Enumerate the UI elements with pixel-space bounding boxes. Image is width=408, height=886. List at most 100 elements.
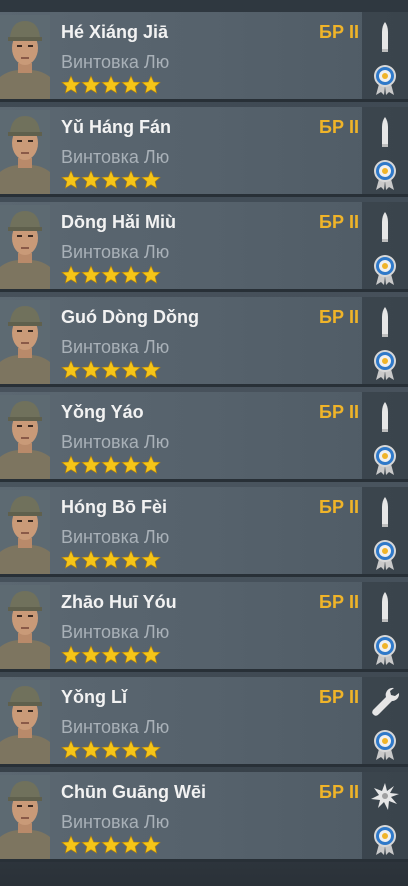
star-icon: [81, 75, 101, 95]
star-icon: [141, 550, 161, 570]
star-icon: [141, 360, 161, 380]
medal-icon: [372, 444, 398, 476]
battle-rating: БР II: [319, 592, 359, 612]
star-icon: [61, 645, 81, 665]
star-icon: [141, 75, 161, 95]
soldier-weapon: Винтовка Лю: [61, 527, 170, 547]
soldier-name: Guó Dòng Dǒng: [61, 307, 199, 327]
star-icon: [141, 835, 161, 855]
star-icon: [61, 360, 81, 380]
soldier-rank-stars: [61, 645, 161, 665]
soldier-name: Dōng Hǎi Miù: [61, 212, 176, 232]
star-icon: [101, 360, 121, 380]
soldier-rank-stars: [61, 360, 161, 380]
star-icon: [121, 360, 141, 380]
star-icon: [81, 360, 101, 380]
soldier-card-8[interactable]: Yǒng Lǐ Винтовка Лю БР II: [0, 677, 408, 767]
soldier-portrait: [0, 680, 50, 764]
soldier-card-4[interactable]: Guó Dòng Dǒng Винтовка Лю БР II: [0, 297, 408, 387]
star-icon: [81, 170, 101, 190]
soldier-status-panel: [362, 107, 408, 194]
soldier-portrait: [0, 205, 50, 289]
medal-icon: [372, 349, 398, 381]
bullet-icon: [370, 590, 400, 624]
bullet-icon: [370, 305, 400, 339]
star-icon: [121, 835, 141, 855]
soldier-card-6[interactable]: Hóng Bō Fèi Винтовка Лю БР II: [0, 487, 408, 577]
star-icon: [61, 835, 81, 855]
soldier-card-7[interactable]: Zhāo Huī Yóu Винтовка Лю БР II: [0, 582, 408, 672]
star-icon: [81, 265, 101, 285]
star-icon: [61, 740, 81, 760]
medal-icon: [372, 824, 398, 856]
soldier-card-3[interactable]: Dōng Hǎi Miù Винтовка Лю БР II: [0, 202, 408, 292]
soldier-card-2[interactable]: Yǔ Háng Fán Винтовка Лю БР II: [0, 107, 408, 197]
star-icon: [81, 740, 101, 760]
star-icon: [121, 170, 141, 190]
soldier-weapon: Винтовка Лю: [61, 717, 170, 737]
soldier-status-panel: [362, 487, 408, 574]
star-icon: [121, 740, 141, 760]
star-icon: [141, 170, 161, 190]
medal-icon: [372, 729, 398, 761]
star-icon: [81, 455, 101, 475]
soldier-rank-stars: [61, 740, 161, 760]
soldier-rank-stars: [61, 835, 161, 855]
star-icon: [61, 455, 81, 475]
soldier-rank-stars: [61, 550, 161, 570]
soldier-status-panel: [362, 297, 408, 384]
star-icon: [61, 265, 81, 285]
star-icon: [141, 645, 161, 665]
wrench-icon: [370, 685, 400, 719]
soldier-portrait: [0, 585, 50, 669]
soldier-portrait: [0, 395, 50, 479]
soldier-status-panel: [362, 677, 408, 764]
soldier-card-1[interactable]: Hé Xiáng Jiā Винтовка Лю БР II: [0, 12, 408, 102]
soldier-weapon: Винтовка Лю: [61, 432, 170, 452]
soldier-weapon: Винтовка Лю: [61, 52, 170, 72]
star-icon: [121, 645, 141, 665]
soldier-rank-stars: [61, 170, 161, 190]
medal-icon: [372, 159, 398, 191]
soldier-name: Zhāo Huī Yóu: [61, 592, 177, 612]
star-icon: [81, 835, 101, 855]
star-icon: [101, 265, 121, 285]
soldier-rank-stars: [61, 265, 161, 285]
star-icon: [141, 265, 161, 285]
battle-rating: БР II: [319, 117, 359, 137]
medal-icon: [372, 539, 398, 571]
star-icon: [81, 645, 101, 665]
soldier-weapon: Винтовка Лю: [61, 337, 170, 357]
battle-rating: БР II: [319, 782, 359, 802]
soldier-card-9[interactable]: Chūn Guāng Wēi Винтовка Лю БР II: [0, 772, 408, 862]
bullet-icon: [370, 210, 400, 244]
soldier-name: Hé Xiáng Jiā: [61, 22, 169, 42]
soldier-name: Hóng Bō Fèi: [61, 497, 167, 517]
soldier-rank-stars: [61, 455, 161, 475]
soldier-weapon: Винтовка Лю: [61, 242, 170, 262]
battle-rating: БР II: [319, 687, 359, 707]
soldier-status-panel: [362, 772, 408, 859]
soldier-portrait: [0, 775, 50, 859]
medal-icon: [372, 254, 398, 286]
star-icon: [121, 550, 141, 570]
star-icon: [101, 835, 121, 855]
star-icon: [141, 740, 161, 760]
soldier-name: Yǒng Lǐ: [61, 687, 127, 707]
star-icon: [121, 455, 141, 475]
bullet-icon: [370, 495, 400, 529]
star-icon: [101, 170, 121, 190]
soldier-name: Yǔ Háng Fán: [61, 117, 172, 137]
soldier-card-5[interactable]: Yǒng Yáo Винтовка Лю БР II: [0, 392, 408, 482]
medal-icon: [372, 64, 398, 96]
battle-rating: БР II: [319, 402, 359, 422]
star-icon: [101, 550, 121, 570]
battle-rating: БР II: [319, 307, 359, 327]
soldier-rank-stars: [61, 75, 161, 95]
star-icon: [121, 265, 141, 285]
bullet-icon: [370, 20, 400, 54]
soldier-status-panel: [362, 392, 408, 479]
star-icon: [101, 455, 121, 475]
bullet-icon: [370, 115, 400, 149]
soldier-name: Yǒng Yáo: [61, 402, 144, 422]
